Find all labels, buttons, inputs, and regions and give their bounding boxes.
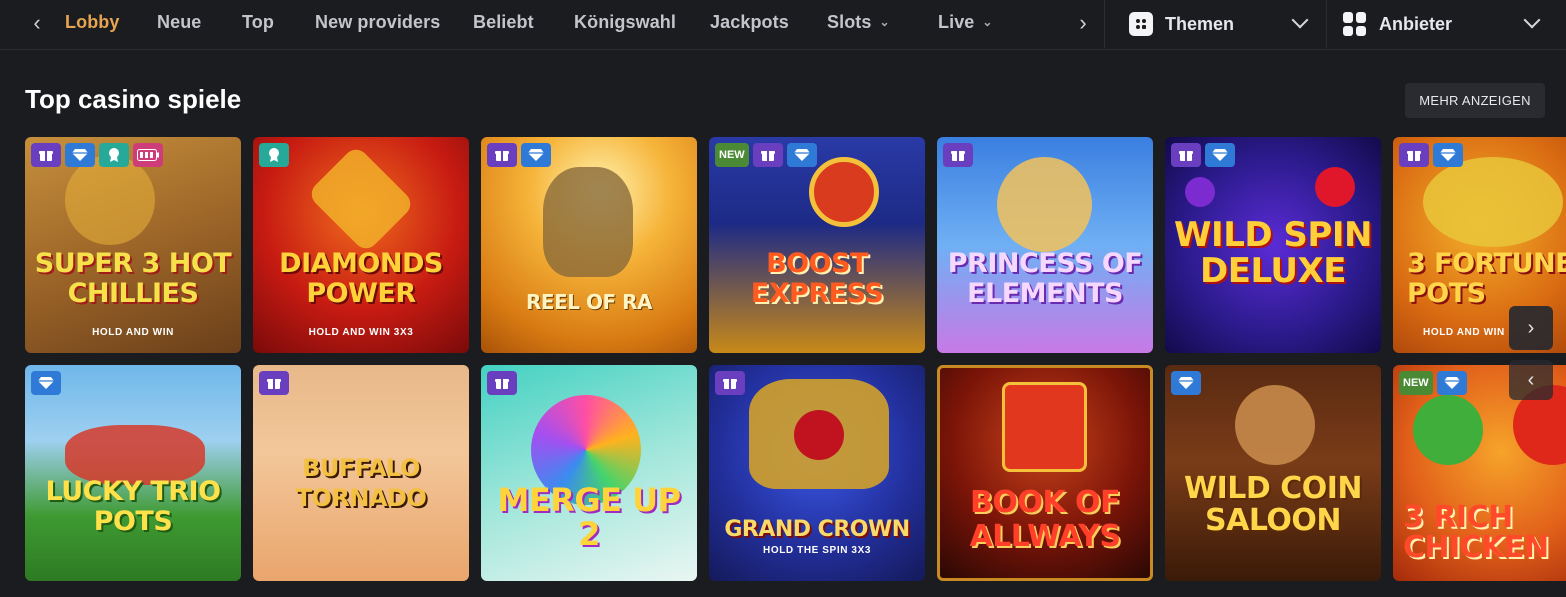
providers-dropdown[interactable]: Anbieter: [1326, 0, 1566, 48]
game-title: WILD Spin Deluxe: [1174, 215, 1372, 291]
diamond-icon: [521, 143, 551, 167]
show-more-button[interactable]: MEHR ANZEIGEN: [1405, 83, 1545, 118]
game-tile[interactable]: GRAND CROWN HOLD THE SPIN 3X3: [709, 365, 925, 581]
badge-group: [1171, 143, 1235, 167]
chevron-down-icon: [1523, 11, 1541, 29]
badge-group: [31, 143, 163, 167]
gift-icon: [31, 143, 61, 167]
nav-next-button[interactable]: ›: [1068, 0, 1098, 46]
diamond-icon: [31, 371, 61, 395]
nav-item-top[interactable]: Top: [242, 12, 274, 36]
diamond-icon: [786, 143, 817, 167]
game-subtitle: HOLD AND WIN: [92, 327, 174, 338]
game-title: Princess of ELEMENTS: [947, 248, 1143, 309]
gift-icon: [1399, 143, 1429, 167]
game-tile[interactable]: WILD COIN SALOON: [1165, 365, 1381, 581]
diamond-icon: [1433, 143, 1463, 167]
nav-item-live[interactable]: Live ⌄: [938, 12, 993, 36]
badge-group: NEW: [1399, 371, 1467, 395]
nav-item-jackpots[interactable]: Jackpots: [710, 12, 789, 36]
nav-item-new-providers[interactable]: New providers: [315, 12, 440, 36]
award-icon: [99, 143, 129, 167]
game-title: LUCKY TRIO POTS: [45, 476, 221, 537]
diamond-icon: [1436, 371, 1467, 395]
game-title: BOOST Express: [750, 248, 884, 309]
nav-item-koenigswahl[interactable]: Königswahl: [574, 12, 676, 36]
badge-group: [487, 371, 517, 395]
nav-item-lobby[interactable]: Lobby: [65, 12, 120, 36]
game-title: DIAMONDS POWER: [279, 248, 443, 309]
game-tile[interactable]: BUFFALO TORNADO: [253, 365, 469, 581]
grid-icon: [1343, 12, 1367, 36]
carousel-next-button[interactable]: ›: [1509, 306, 1553, 350]
chevron-left-icon: ‹: [1527, 368, 1535, 391]
diamond-icon: [1205, 143, 1235, 167]
game-title: MERGE UP 2: [497, 481, 681, 553]
chevron-down-icon: [1291, 11, 1309, 29]
game-tile[interactable]: REEL OF RA: [481, 137, 697, 353]
gift-icon: [752, 143, 783, 167]
diamond-icon: [65, 143, 95, 167]
gift-icon: [1171, 143, 1201, 167]
new-badge: NEW: [1399, 371, 1433, 395]
game-title: BOOK of ALLWAYS: [969, 485, 1121, 554]
gift-icon: [943, 143, 973, 167]
game-subtitle: HOLD AND WIN 3X3: [308, 327, 414, 338]
game-title: 3 RICH CHICKEN: [1403, 500, 1549, 565]
top-navigation: ‹ Lobby Neue Top New providers Beliebt K…: [0, 0, 1566, 50]
battery-icon: [133, 143, 163, 167]
providers-label: Anbieter: [1379, 13, 1453, 34]
game-tile[interactable]: LUCKY TRIO POTS: [25, 365, 241, 581]
badge-group: [715, 371, 745, 395]
themes-icon: [1129, 12, 1153, 36]
chevron-down-icon: ⌄: [879, 15, 890, 29]
game-tile[interactable]: MERGE UP 2: [481, 365, 697, 581]
nav-item-neue[interactable]: Neue: [157, 12, 201, 36]
diamond-icon: [1171, 371, 1201, 395]
new-badge: NEW: [715, 143, 749, 167]
nav-item-beliebt[interactable]: Beliebt: [473, 12, 534, 36]
gift-icon: [715, 371, 745, 395]
award-icon: [259, 143, 289, 167]
game-title: GRAND CROWN: [724, 517, 910, 542]
section-title: Top casino spiele: [25, 84, 242, 114]
badge-group: [1171, 371, 1201, 395]
carousel-prev-button[interactable]: ‹: [1509, 360, 1553, 400]
badge-group: NEW: [715, 143, 817, 167]
chevron-right-icon: ›: [1527, 316, 1535, 339]
game-tile[interactable]: WILD Spin Deluxe: [1165, 137, 1381, 353]
game-tile[interactable]: BOOST Express NEW: [709, 137, 925, 353]
chevron-right-icon: ›: [1079, 10, 1087, 35]
badge-group: [31, 371, 61, 395]
game-title: BUFFALO TORNADO: [295, 454, 427, 512]
themes-dropdown[interactable]: Themen: [1104, 0, 1326, 48]
nav-item-slots[interactable]: Slots ⌄: [827, 12, 890, 36]
chevron-left-icon: ‹: [33, 10, 41, 35]
game-tile[interactable]: DIAMONDS POWER HOLD AND WIN 3X3: [253, 137, 469, 353]
badge-group: [259, 371, 289, 395]
gift-icon: [259, 371, 289, 395]
game-title: 3 FORTUNE POTS: [1407, 248, 1566, 309]
badge-group: [487, 143, 551, 167]
badge-group: [1399, 143, 1463, 167]
badge-group: [259, 143, 289, 167]
game-title: REEL OF RA: [526, 290, 652, 314]
chevron-down-icon: ⌄: [982, 15, 993, 29]
game-title: SUPER 3 HOT CHILLIES: [34, 248, 232, 309]
badge-group: [943, 143, 973, 167]
game-title: WILD COIN SALOON: [1183, 471, 1363, 538]
gift-icon: [487, 371, 517, 395]
game-tile[interactable]: BOOK of ALLWAYS: [937, 365, 1153, 581]
nav-prev-button[interactable]: ‹: [22, 0, 52, 46]
game-tile[interactable]: SUPER 3 HOT CHILLIES HOLD AND WIN: [25, 137, 241, 353]
game-tile[interactable]: Princess of ELEMENTS: [937, 137, 1153, 353]
game-subtitle: HOLD THE SPIN 3X3: [763, 545, 871, 556]
games-grid: SUPER 3 HOT CHILLIES HOLD AND WIN DIAMON…: [25, 137, 1566, 581]
themes-label: Themen: [1165, 13, 1235, 34]
gift-icon: [487, 143, 517, 167]
